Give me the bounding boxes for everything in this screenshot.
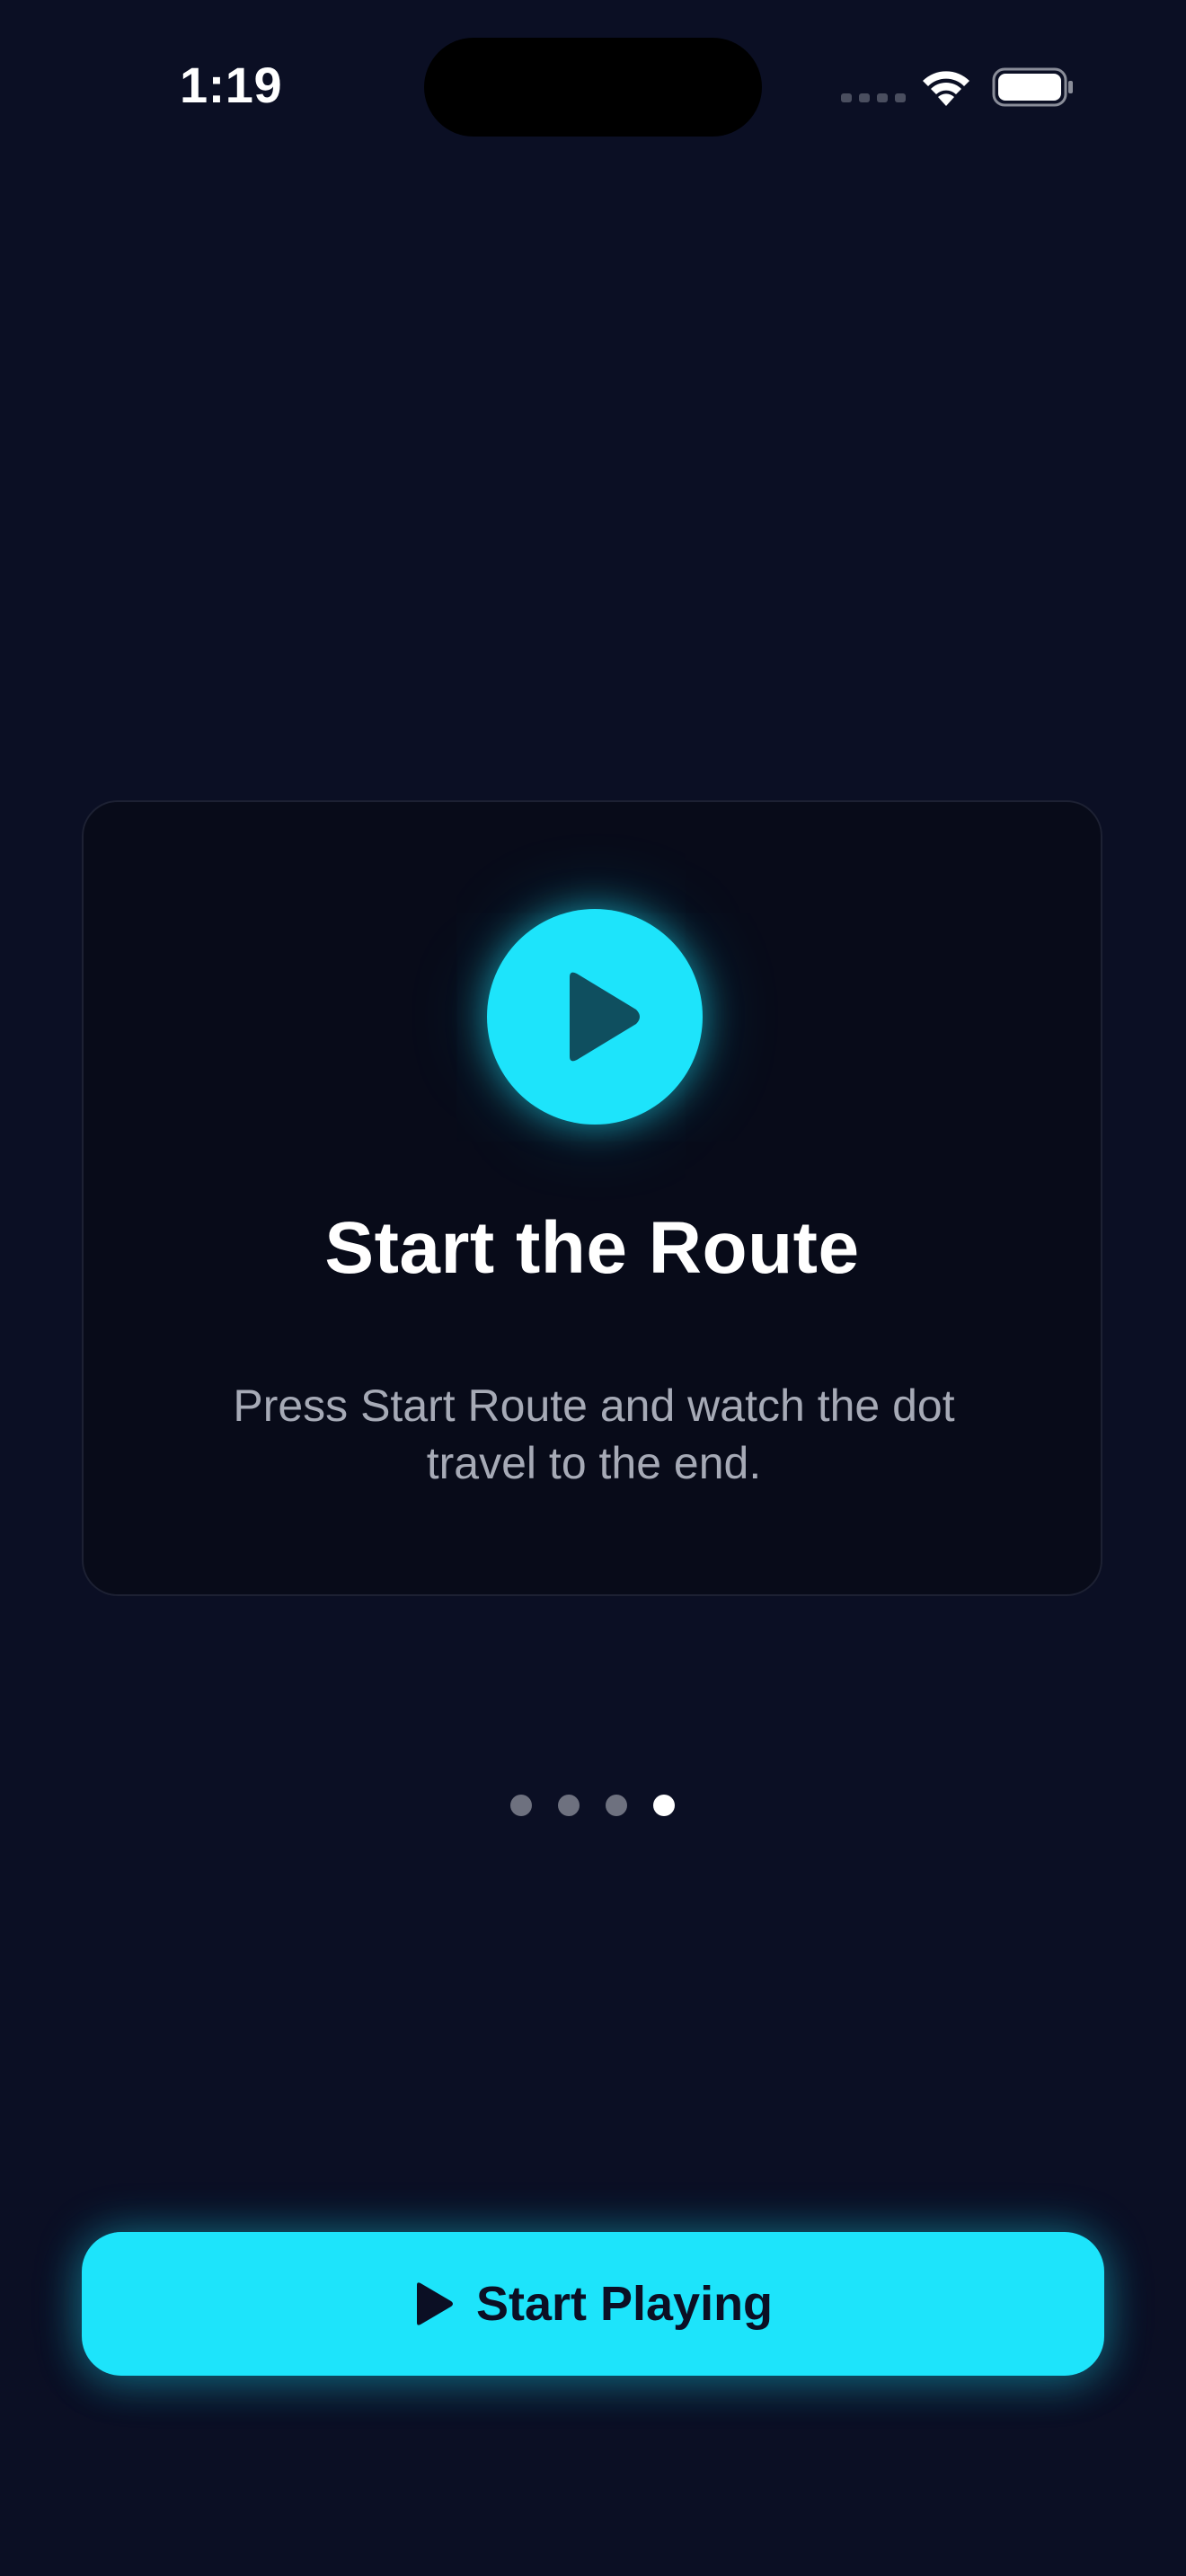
play-icon: [416, 2282, 453, 2325]
page-dot[interactable]: [606, 1795, 627, 1816]
cellular-signal-icon: [841, 93, 906, 102]
status-time: 1:19: [180, 57, 283, 113]
onboarding-card: Start the Route Press Start Route and wa…: [82, 800, 1102, 1596]
start-playing-button[interactable]: Start Playing: [82, 2232, 1104, 2376]
page-indicator[interactable]: [510, 1795, 676, 1818]
page-dot[interactable]: [558, 1795, 580, 1816]
onboarding-screen: 1:19 Start the Route Press Start Route a…: [0, 0, 1186, 2576]
page-dot[interactable]: [510, 1795, 532, 1816]
play-icon: [487, 909, 703, 1125]
battery-icon: [992, 67, 1073, 107]
start-playing-label: Start Playing: [475, 2277, 774, 2331]
wifi-icon: [923, 71, 969, 106]
card-description: Press Start Route and watch the dot trav…: [233, 1381, 955, 1488]
page-dot-active[interactable]: [653, 1795, 675, 1816]
dynamic-island: [424, 38, 762, 137]
card-title: Start the Route: [324, 1207, 860, 1289]
